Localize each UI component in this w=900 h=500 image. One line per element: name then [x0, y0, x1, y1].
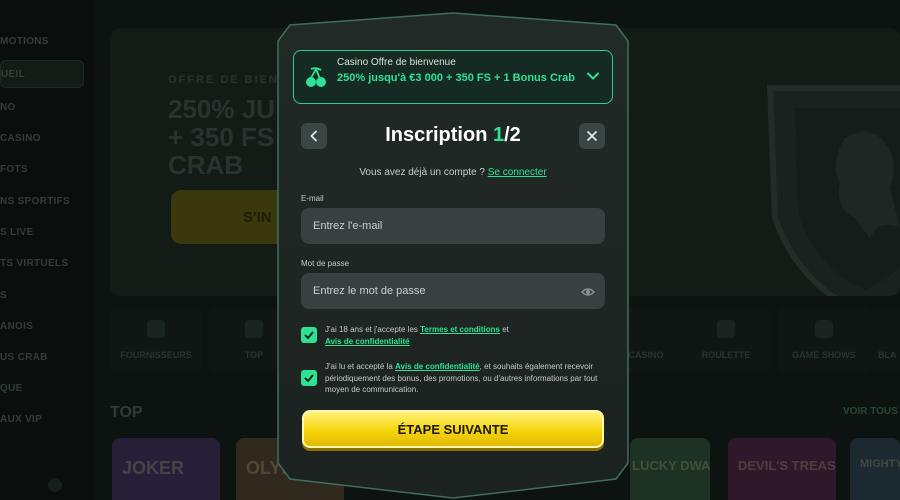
- age-terms-checkbox[interactable]: [301, 327, 317, 343]
- terms1-pre: J'ai 18 ans et j'accepte les: [325, 325, 421, 334]
- privacy-link[interactable]: Avis de confidentialité: [325, 337, 410, 346]
- step-current: 1: [492, 124, 505, 146]
- age-terms-text: J'ai 18 ans et j'accepte les Termes et c…: [325, 324, 601, 347]
- cherry-icon: [306, 67, 326, 87]
- email-field[interactable]: [301, 208, 605, 244]
- offer-caption: Casino Offre de bienvenue: [337, 57, 456, 68]
- close-icon: [587, 131, 597, 141]
- signup-modal: Casino Offre de bienvenue 250% jusqu'à €…: [276, 11, 630, 500]
- eye-icon[interactable]: [581, 287, 595, 297]
- marketing-checkbox[interactable]: [301, 370, 317, 386]
- login-link[interactable]: Se connecter: [488, 167, 547, 178]
- password-field[interactable]: [301, 273, 605, 309]
- welcome-offer-selector[interactable]: Casino Offre de bienvenue 250% jusqu'à €…: [293, 50, 613, 104]
- title-text: Inscription: [385, 124, 493, 146]
- terms1-mid: et: [499, 325, 509, 334]
- step-total: /2: [504, 124, 521, 146]
- terms2-pre: J'ai lu et accepté la: [325, 362, 396, 371]
- close-button[interactable]: [579, 123, 605, 149]
- marketing-text: J'ai lu et accepté la Avis de confidenti…: [325, 361, 601, 396]
- next-step-button[interactable]: ÉTAPE SUIVANTE: [302, 410, 604, 448]
- password-label: Mot de passe: [301, 259, 350, 268]
- login-prompt: Vous avez déjà un compte ? Se connecter: [276, 167, 630, 178]
- privacy-link-2[interactable]: Avis de confidentialité: [395, 362, 480, 371]
- terms-link[interactable]: Termes et conditions: [420, 325, 500, 334]
- checkmark-icon: [304, 331, 314, 339]
- login-prompt-text: Vous avez déjà un compte ?: [359, 167, 488, 178]
- email-label: E-mail: [301, 194, 324, 203]
- chevron-down-icon[interactable]: [586, 69, 600, 83]
- offer-title: 250% jusqu'à €3 000 + 350 FS + 1 Bonus C…: [337, 72, 576, 84]
- modal-title: Inscription 1/2: [276, 124, 630, 147]
- checkmark-icon: [304, 374, 314, 382]
